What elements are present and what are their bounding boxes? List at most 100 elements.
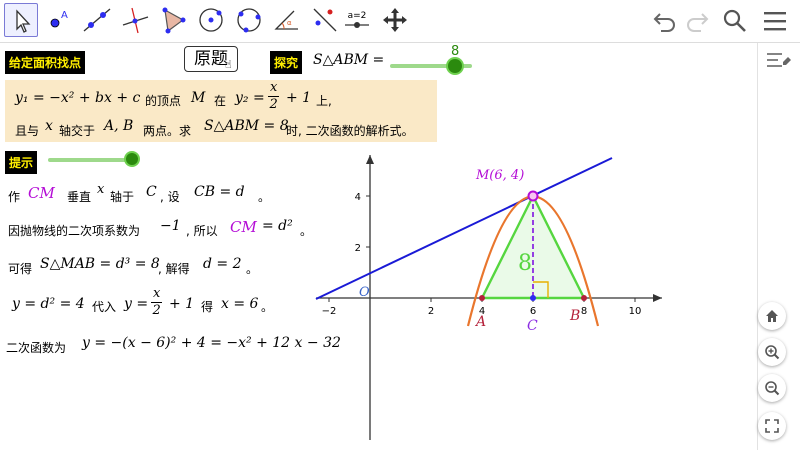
hint-slider-track[interactable] (48, 158, 132, 162)
sol1-d: , 设 (160, 190, 180, 204)
y-tick-label: 4 (355, 192, 361, 203)
point-C[interactable] (530, 295, 536, 301)
x-axis-arrow (653, 294, 662, 302)
sol4-eq2-num: x (151, 286, 163, 303)
hint-slider-handle[interactable] (126, 153, 138, 165)
slider-tool-icon[interactable]: a=2 (340, 3, 374, 37)
sol4-c: 。 (261, 300, 274, 314)
menu-icon[interactable] (762, 9, 788, 33)
sol4-a: 代入 (92, 300, 117, 314)
problem-eq2-fraction: x2 (268, 80, 280, 113)
triangle-ABM[interactable] (480, 193, 586, 300)
sol4-eq3: x = 6 (221, 296, 259, 312)
point-A-label: A (474, 314, 486, 330)
problem-eq2-den: 2 (269, 97, 278, 112)
reflect-tool-icon[interactable] (308, 3, 342, 37)
problem-line2-x: x (45, 118, 53, 134)
undo-icon[interactable] (652, 9, 678, 33)
toolbar: A α a=2 (0, 0, 800, 43)
sol4-b: 得 (201, 300, 214, 314)
area-slider-handle[interactable] (448, 59, 462, 73)
sol3-eq2: d = 2 (203, 256, 242, 272)
x-tick-label: 10 (629, 306, 642, 317)
area-slider-value: 8 (451, 44, 460, 59)
angle-tool-icon[interactable]: α (270, 3, 304, 37)
sol1-C: C (146, 184, 157, 200)
sol4-eq2-left: y = (124, 296, 149, 312)
sol2-c: 。 (300, 224, 313, 238)
problem-line2-c: 两点。求 (143, 124, 192, 138)
sol2-b: , 所以 (186, 224, 218, 238)
sol5-a: 二次函数为 (6, 341, 67, 355)
problem-eq2-num: x (268, 80, 280, 97)
sol3-eq: S△MAB = d³ = 8 (40, 256, 160, 272)
zoom-in-icon[interactable] (758, 338, 786, 366)
sol3-c: 。 (246, 262, 259, 276)
x-tick-label: 2 (428, 306, 434, 317)
sol2-val: −1 (160, 218, 181, 234)
sol1-x: x (97, 182, 105, 197)
point-C-label: C (527, 318, 538, 334)
point-M-label: M(6, 4) (475, 168, 524, 183)
x-tick-label: −2 (322, 306, 337, 317)
sol1-e: 。 (258, 190, 271, 204)
circle-three-points-tool-icon[interactable] (232, 3, 266, 37)
home-icon[interactable] (758, 302, 786, 330)
algebra-view-toggle-icon[interactable] (764, 48, 792, 76)
sol4-eq2-fraction: x2 (151, 286, 163, 319)
sol1-a: 作 (8, 190, 21, 204)
x-tick-label: 4 (479, 306, 485, 317)
line-tool-icon[interactable] (80, 3, 114, 37)
redo-icon[interactable] (684, 9, 710, 33)
sol1-c: 轴于 (110, 190, 135, 204)
fullscreen-icon[interactable] (758, 412, 786, 440)
y-axis-arrow (366, 155, 374, 164)
sol5-eq: y = −(x − 6)² + 4 = −x² + 12 x − 32 (82, 335, 341, 351)
sol1-CM: CM (28, 184, 55, 202)
explore-label: 探究 (270, 51, 303, 74)
original-problem-button[interactable]: 原题 ☝ (184, 46, 238, 72)
problem-line2-d: 时, 二次函数的解析式。 (286, 124, 414, 138)
point-B-label: B (569, 308, 580, 324)
sol4-eq2-right: + 1 (169, 296, 195, 312)
move-graphics-view-tool-icon[interactable] (378, 3, 412, 37)
problem-vertex-text: 的顶点 (145, 94, 182, 108)
y-tick-label: 2 (355, 243, 361, 254)
sol1-b: 垂直 (67, 190, 92, 204)
hint-label: 提示 (5, 151, 38, 174)
line-y2[interactable] (315, 157, 613, 300)
search-icon[interactable] (722, 8, 748, 34)
point-B[interactable] (581, 295, 587, 301)
zoom-out-icon[interactable] (758, 374, 786, 402)
sol3-b: , 解得 (158, 262, 190, 276)
original-problem-button-label: 原题 (194, 49, 228, 69)
title-label: 给定面积找点 (5, 51, 86, 74)
problem-on-text: 在 (214, 94, 227, 108)
move-tool-icon[interactable] (4, 3, 38, 37)
perpendicular-line-tool-icon[interactable] (118, 3, 152, 37)
point-M[interactable] (527, 190, 539, 202)
origin-label: O (359, 285, 370, 300)
point-tool-icon[interactable]: A (42, 3, 76, 37)
point-A[interactable] (479, 295, 485, 301)
x-tick-label: 8 (581, 306, 587, 317)
sol3-a: 可得 (8, 262, 33, 276)
polygon-tool-icon[interactable] (156, 3, 190, 37)
problem-line2-b: 轴交于 (59, 124, 96, 138)
area-value-label: 8 (518, 251, 532, 276)
problem-eq2-right: + 1 (286, 90, 312, 106)
x-tick-label: 6 (530, 306, 536, 317)
sol2-CM: CM (230, 218, 257, 236)
problem-eq1: y₁ = −x² + bx + c (15, 90, 141, 106)
svg-text:A: A (61, 10, 68, 21)
sol2-eq: = d² (262, 218, 293, 234)
problem-end-text: 上, (316, 94, 332, 108)
parabola-y1[interactable] (466, 195, 600, 327)
problem-line2-AB: A, B (104, 118, 134, 134)
sol1-eq: CB = d (194, 184, 245, 200)
sol4-eq: y = d² = 4 (12, 296, 85, 312)
area-label: S△ABM = (313, 52, 385, 68)
problem-M: M (191, 90, 206, 106)
circle-center-point-tool-icon[interactable] (194, 3, 228, 37)
problem-line2-S: S△ABM = 8 (204, 118, 289, 134)
